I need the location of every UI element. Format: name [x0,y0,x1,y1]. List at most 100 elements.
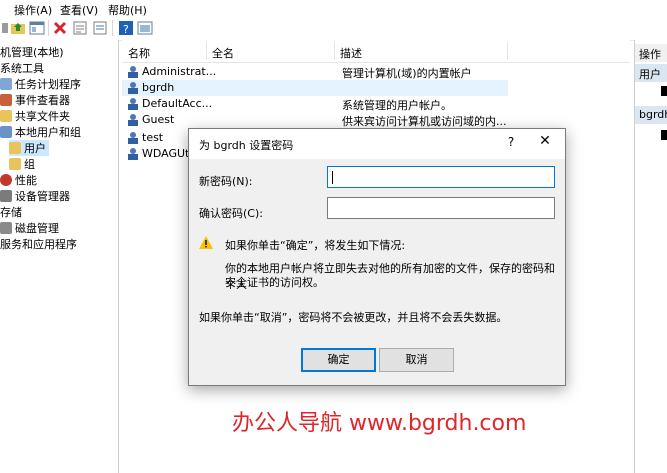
table-row[interactable]: bgrdh [122,80,508,96]
row-name: test [142,131,164,144]
actions-header: 操作 [635,44,667,62]
tree-label: 共享文件夹 [15,110,70,123]
warning-body-line2: 安全证书的访问权。 [225,276,324,289]
column-header-name[interactable]: 名称 [128,45,150,61]
warning-heading: 如果你单击“确定”，将发生如下情况: [225,239,406,252]
folder-icon [9,142,21,154]
column-divider[interactable] [206,42,207,60]
tree-label: 磁盘管理 [15,222,59,235]
column-divider[interactable] [334,42,335,60]
tree-label: 事件查看器 [15,94,70,107]
text-caret [332,171,333,184]
tree-label: 用户 [24,142,46,155]
table-row[interactable]: Administrat... 管理计算机(域)的内置帐户 [122,64,508,80]
mmc-icon[interactable] [137,20,153,36]
tree-item-event-viewer[interactable]: 事件查看器 [0,92,70,108]
tree-item-system-tools[interactable]: 系统工具 [0,60,44,76]
new-password-label: 新密码(N): [199,175,253,188]
user-icon [128,98,138,110]
row-description: 供来宾访问计算机或访问域的内... [342,115,507,128]
tree-label: 系统工具 [0,62,44,75]
console-tree: 机管理(本地) 系统工具 任务计划程序 事件查看器 共享文件夹 本地用户和组 用… [0,40,119,473]
tree-item-device-manager[interactable]: 设备管理器 [0,188,70,204]
tree-item-local-users-groups[interactable]: 本地用户和组 [0,124,81,140]
watermark-text: 办公人导航 www.bgrdh.com [232,411,527,436]
row-name: bgrdh [142,81,175,94]
tree-item-users[interactable]: 用户 [9,140,49,156]
row-name: WDAGUti [142,147,193,160]
toolbar: ? [0,16,667,41]
tree-item-services-apps[interactable]: 服务和应用程序 [0,236,77,252]
tree-label: 存储 [0,206,22,219]
svg-text:?: ? [123,23,129,36]
tree-label: 本地用户和组 [15,126,81,139]
tree-label: 性能 [15,174,37,187]
actions-group-label: bgrdh [639,108,667,121]
tree-item-task-scheduler[interactable]: 任务计划程序 [0,76,81,92]
column-header-fullname[interactable]: 全名 [212,45,234,61]
ok-button[interactable]: 确定 [301,348,376,372]
tree-label: 组 [24,158,35,171]
toolbar-separator [48,20,49,36]
close-icon[interactable]: ✕ [535,133,555,153]
tree-label: 服务和应用程序 [0,238,77,251]
folder-icon [9,158,21,170]
table-row[interactable]: DefaultAcc... 系统管理的用户帐户。 [122,96,508,112]
more-actions-link[interactable] [661,130,667,140]
user-icon [128,148,138,160]
export-list-icon[interactable] [92,20,108,36]
menu-bar: 操作(A) 查看(V) 帮助(H) [0,0,667,17]
row-name: Guest [142,113,175,126]
list-header: 名称 全名 描述 [122,40,630,63]
table-row[interactable]: Guest 供来宾访问计算机或访问域的内... [122,112,508,128]
tree-item-storage[interactable]: 存储 [0,204,22,220]
tree-item-computer-management[interactable]: 机管理(本地) [0,44,64,60]
column-divider[interactable] [507,42,508,60]
tree-label: 设备管理器 [15,190,70,203]
performance-icon [0,174,12,186]
tree-item-disk-management[interactable]: 磁盘管理 [0,220,59,236]
actions-group-bgrdh[interactable]: bgrdh [635,106,667,124]
show-hide-tree-icon[interactable] [29,20,45,36]
event-viewer-icon [0,94,12,106]
up-folder-icon[interactable] [10,20,26,36]
tree-item-shared-folders[interactable]: 共享文件夹 [0,108,70,124]
tree-item-groups[interactable]: 组 [9,156,35,172]
user-icon [128,132,138,144]
confirm-password-label: 确认密码(C): [199,207,263,220]
help-button[interactable]: ? [503,135,519,151]
actions-pane: 操作 用户 bgrdh [634,40,667,473]
clock-icon [0,78,12,90]
new-password-field[interactable] [327,166,555,188]
dialog-titlebar[interactable]: 为 bgrdh 设置密码 ? ✕ [189,129,565,159]
row-description: 管理计算机(域)的内置帐户 [342,67,472,80]
user-icon [128,114,138,126]
toolbar-separator [112,20,113,36]
dialog-title: 为 bgrdh 设置密码 [199,139,294,152]
warning-icon [199,236,213,249]
help-icon[interactable]: ? [118,20,134,36]
device-manager-icon [0,190,12,202]
cancel-button[interactable]: 取消 [379,348,454,372]
user-icon [126,65,139,78]
cancel-note: 如果你单击“取消”，密码将不会被更改，并且将不会丢失数据。 [199,311,508,324]
disk-icon [0,222,12,234]
actions-group-label: 用户 [639,68,661,81]
set-password-dialog: 为 bgrdh 设置密码 ? ✕ 新密码(N): 确认密码(C): 如果你单击“… [188,128,566,386]
confirm-password-field[interactable] [327,197,555,219]
row-name: DefaultAcc... [142,97,213,110]
row-description: 系统管理的用户帐户。 [342,99,452,112]
row-name: Administrat... [142,65,217,78]
delete-icon[interactable] [52,20,68,36]
properties-icon[interactable] [72,20,88,36]
actions-header-label: 操作 [639,48,661,61]
more-actions-link[interactable] [661,86,667,96]
users-icon [0,126,12,138]
column-header-description[interactable]: 描述 [340,45,362,61]
user-icon [128,82,138,94]
tree-label: 机管理(本地) [0,46,64,59]
tree-item-performance[interactable]: 性能 [0,172,37,188]
tree-label: 任务计划程序 [15,78,81,91]
actions-group-users[interactable]: 用户 [635,64,667,82]
shared-folder-icon [0,110,12,122]
